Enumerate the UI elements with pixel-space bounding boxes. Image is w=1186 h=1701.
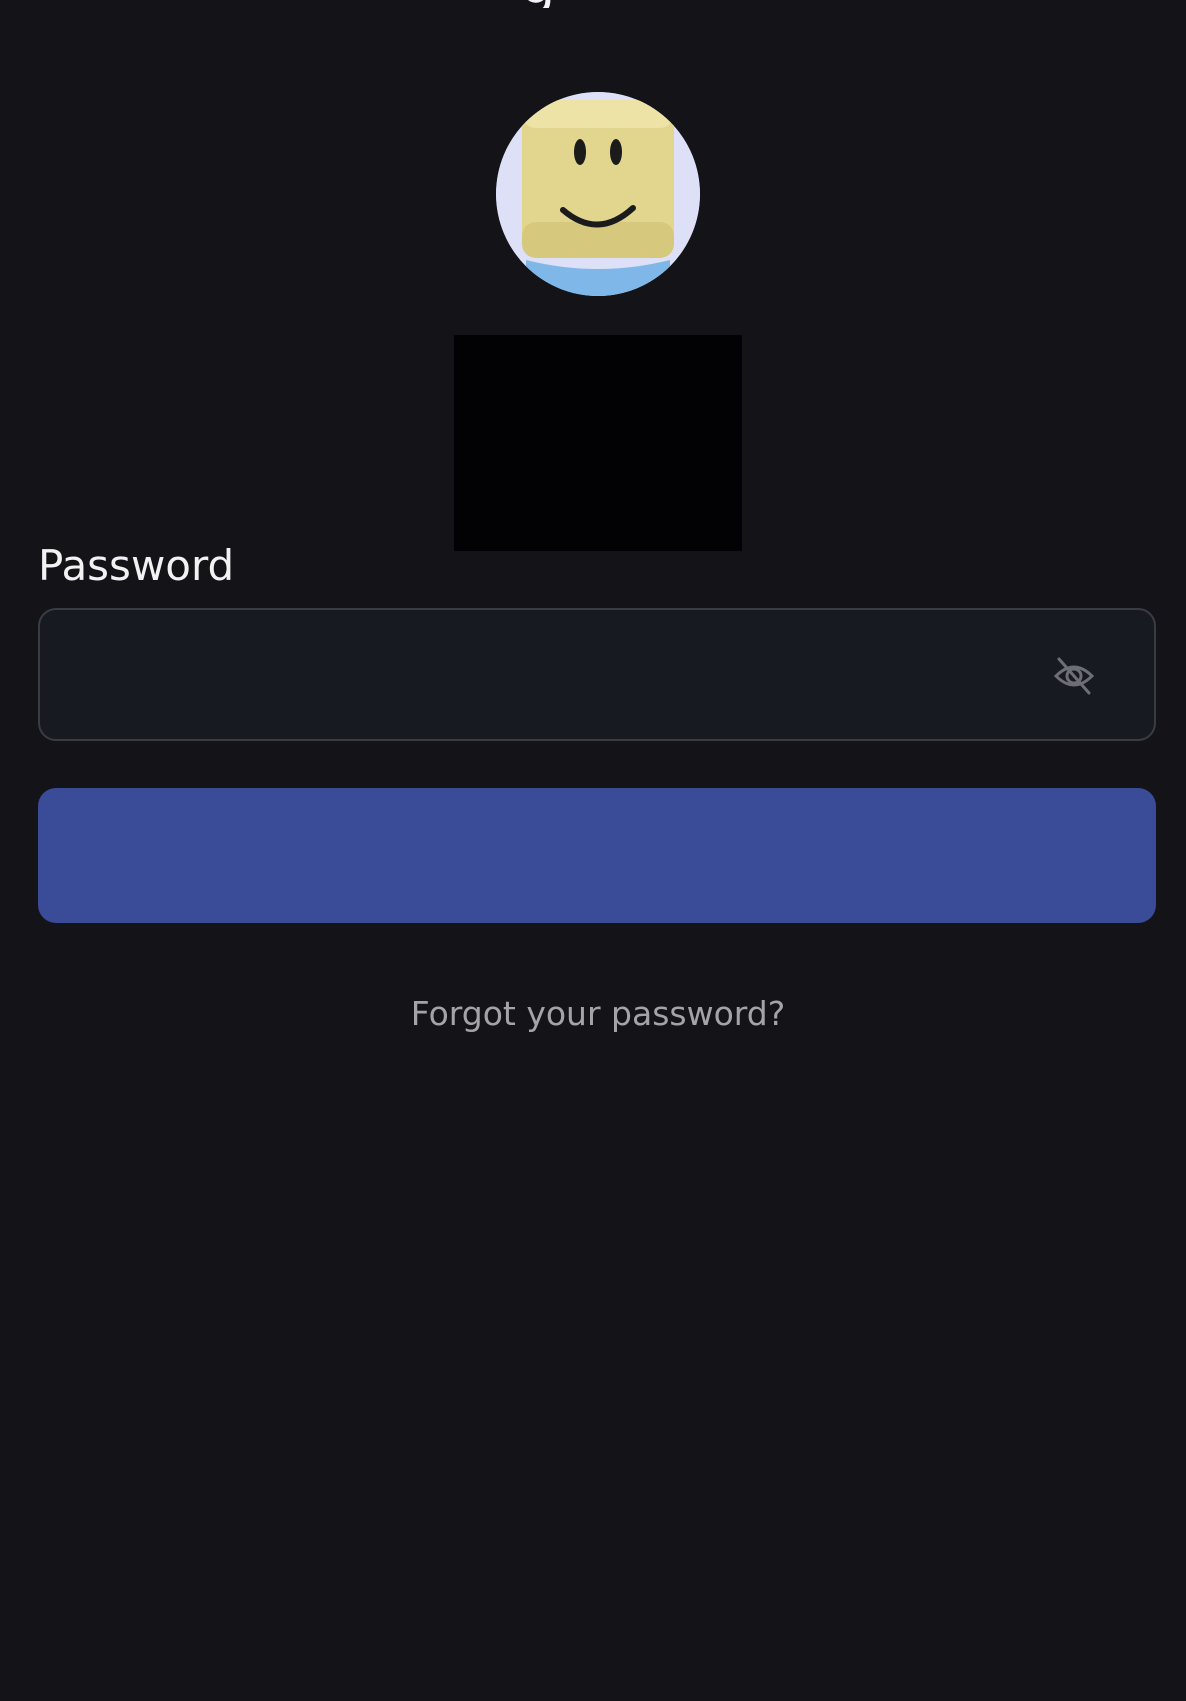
password-input[interactable] xyxy=(64,610,1048,741)
password-field[interactable] xyxy=(38,608,1156,741)
eye-off-icon[interactable] xyxy=(1052,654,1096,698)
forgot-password-link[interactable]: Forgot your password? xyxy=(0,990,1186,1038)
page-title-fragment: g xyxy=(520,0,600,8)
login-button[interactable] xyxy=(38,788,1156,923)
smiley-avatar-icon xyxy=(496,92,700,296)
password-label: Password xyxy=(38,541,235,590)
page-title: g xyxy=(520,0,556,8)
avatar xyxy=(496,92,700,296)
redacted-username-block xyxy=(454,335,742,551)
